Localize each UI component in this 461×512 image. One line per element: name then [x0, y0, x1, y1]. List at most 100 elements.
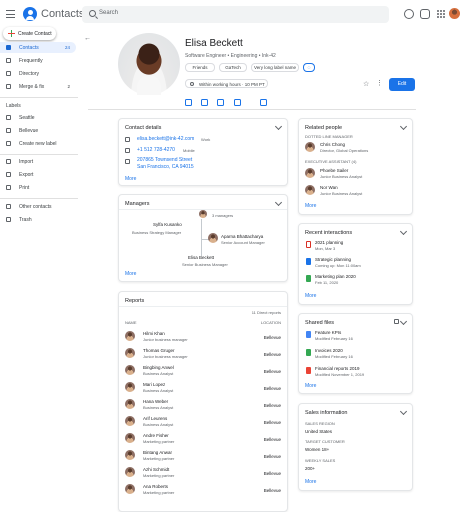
sidebar-item-other-contacts[interactable]: Other contacts	[0, 201, 76, 212]
settings-icon[interactable]	[420, 9, 430, 19]
help-icon[interactable]	[404, 9, 414, 19]
menu-icon[interactable]	[6, 10, 15, 18]
sidebar-item-export[interactable]: Export	[0, 169, 76, 180]
table-row[interactable]: Thomas Gruger Junior business manager Bell…	[125, 348, 281, 361]
report-name: Bintang Anwar	[143, 450, 173, 455]
report-location: Bellevue	[263, 437, 281, 442]
edit-button[interactable]: Edit	[389, 78, 415, 91]
contact-details-title: Contact details	[125, 125, 162, 131]
sidebar-create-label[interactable]: Create new label	[0, 138, 76, 149]
shared-files-more-link[interactable]: More	[305, 383, 316, 389]
table-row[interactable]: Arif Leurens Business Analyst Bellevue	[125, 416, 281, 429]
sales-information-more-link[interactable]: More	[305, 479, 316, 485]
manager-left-role: Business Strategy Manager	[132, 230, 182, 235]
calendar-icon	[306, 258, 311, 265]
related-people-more-link[interactable]: More	[305, 203, 316, 209]
meet-action-icon[interactable]	[260, 99, 267, 106]
interaction-date: Feb 11, 2020	[315, 280, 339, 285]
report-role: Business Analyst	[143, 405, 174, 410]
video-action-icon[interactable]	[234, 99, 241, 106]
label-chip-gatech[interactable]: GaTech	[219, 63, 247, 72]
email-type: Work	[201, 137, 211, 142]
clock-icon	[190, 81, 194, 86]
table-row[interactable]: Hana Weber Business Analyst Bellevue	[125, 399, 281, 412]
search-input[interactable]: Search	[82, 6, 389, 23]
shared-file-title[interactable]: Feature KPIs	[315, 330, 341, 335]
search-placeholder: Search	[99, 10, 119, 16]
contact-details-card: Contact details elisa.beckett@ink-42.com…	[118, 118, 288, 186]
report-role: Business Analyst	[143, 371, 174, 376]
report-location: Bellevue	[263, 454, 281, 459]
sidebar-item-import[interactable]: Import	[0, 156, 76, 167]
merge-icon	[6, 84, 11, 89]
shared-file-date: Modified November 1, 2019	[315, 372, 365, 377]
star-icon[interactable]: ☆	[363, 80, 369, 88]
phone-type: Mobile	[183, 148, 195, 153]
sidebar-item-label: Contacts	[19, 45, 39, 51]
related-people-card: Related people DOTTED LINE MANAGER Chris…	[298, 118, 413, 215]
location-column-header: LOCATION	[260, 320, 281, 325]
sidebar-label-seattle[interactable]: Seattle	[0, 112, 76, 123]
profile-photo	[118, 33, 180, 95]
calendar-action-icon[interactable]	[201, 99, 208, 106]
target-customer-value: Women 18+	[305, 447, 330, 452]
table-row[interactable]: Bingbing Anwel Business Analyst Bellevue	[125, 365, 281, 378]
sales-information-title: Sales information	[305, 410, 348, 416]
table-row[interactable]: Andre Fisher Marketing partner Bellevue	[125, 433, 281, 446]
related-person-role: Junior Business Analyst	[320, 174, 363, 179]
address-line-2[interactable]: San Francisco, CA 94015	[137, 164, 194, 170]
sidebar-label-bellevue[interactable]: Bellevue	[0, 125, 76, 136]
open-folder-icon[interactable]	[394, 319, 399, 324]
sidebar-item-directory[interactable]: Directory	[0, 68, 76, 79]
report-role: Business Analyst	[143, 388, 174, 393]
table-row[interactable]: Ana Roberts Marketing partner Bellevue	[125, 484, 281, 497]
table-row[interactable]: Bintang Anwar Marketing partner Bellevue	[125, 450, 281, 463]
report-location: Bellevue	[263, 420, 281, 425]
label-chip-long[interactable]: Very long label name	[251, 63, 299, 72]
search-icon	[89, 10, 96, 17]
back-arrow-icon[interactable]: ←	[84, 35, 91, 42]
apps-grid-icon[interactable]	[437, 10, 445, 18]
address-line-1[interactable]: 207865 Townsend Street	[137, 157, 192, 163]
label-edit-chip[interactable]: ◌	[303, 63, 315, 72]
related-person-name: Phoebe Sailer	[320, 168, 349, 173]
chevron-down-icon[interactable]	[399, 227, 408, 236]
sidebar-item-merge-fix[interactable]: Merge & fix 2	[0, 81, 76, 92]
sidebar-item-trash[interactable]: Trash	[0, 214, 76, 225]
table-row[interactable]: Mari Lopez Business Analyst Bellevue	[125, 382, 281, 395]
contact-email-link[interactable]: elisa.beckett@ink-42.com	[137, 136, 194, 142]
managers-more-link[interactable]: More	[125, 271, 136, 277]
chevron-down-icon[interactable]	[399, 317, 408, 326]
create-contact-button[interactable]: Create Contact	[3, 27, 56, 40]
chevron-down-icon[interactable]	[274, 122, 283, 131]
manager-right-avatar	[208, 233, 218, 243]
account-avatar[interactable]	[449, 8, 460, 19]
more-options-icon[interactable]: ⋮	[376, 79, 383, 87]
sidebar: Create Contact Contacts 24 Frequently Dir…	[0, 24, 78, 512]
contact-phone-link[interactable]: +1 512 728-4270	[137, 147, 175, 153]
related-person-name: Chris Chong	[320, 142, 346, 147]
related-person-role: Director, Global Operations	[320, 148, 369, 153]
recent-interactions-card: Recent interactions 2021 planning Mon, Ma…	[298, 223, 413, 305]
sidebar-item-contacts[interactable]: Contacts 24	[0, 42, 76, 53]
shared-file-title[interactable]: Financial reports 2019	[315, 366, 360, 371]
manager-center-role: Senior Business Manager	[182, 262, 228, 267]
table-row[interactable]: Azhi Schmidt Marketing partner Bellevue	[125, 467, 281, 480]
chevron-down-icon[interactable]	[399, 407, 408, 416]
email-action-icon[interactable]	[185, 99, 192, 106]
sidebar-item-print[interactable]: Print	[0, 182, 76, 193]
table-row[interactable]: Hilmi Khan Junior business manager Bellevu…	[125, 331, 281, 344]
chevron-down-icon[interactable]	[274, 198, 283, 207]
profile-name: Elisa Beckett	[185, 38, 243, 49]
recent-interactions-more-link[interactable]: More	[305, 293, 316, 299]
shared-file-title[interactable]: Invoices 2020	[315, 348, 343, 353]
contact-details-more-link[interactable]: More	[125, 176, 136, 182]
weekly-sales-label: WEEKLY SALES	[305, 458, 336, 463]
working-hours-chip: Within working hours · 10 PM PT	[185, 79, 268, 88]
label-chip-friends[interactable]: Friends	[185, 63, 215, 72]
chat-action-icon[interactable]	[217, 99, 224, 106]
sidebar-item-frequently[interactable]: Frequently	[0, 55, 76, 66]
chevron-down-icon[interactable]	[399, 122, 408, 131]
shared-files-title: Shared files	[305, 320, 335, 326]
shared-files-card: Shared files Feature KPIs Modified Februa…	[298, 313, 413, 394]
